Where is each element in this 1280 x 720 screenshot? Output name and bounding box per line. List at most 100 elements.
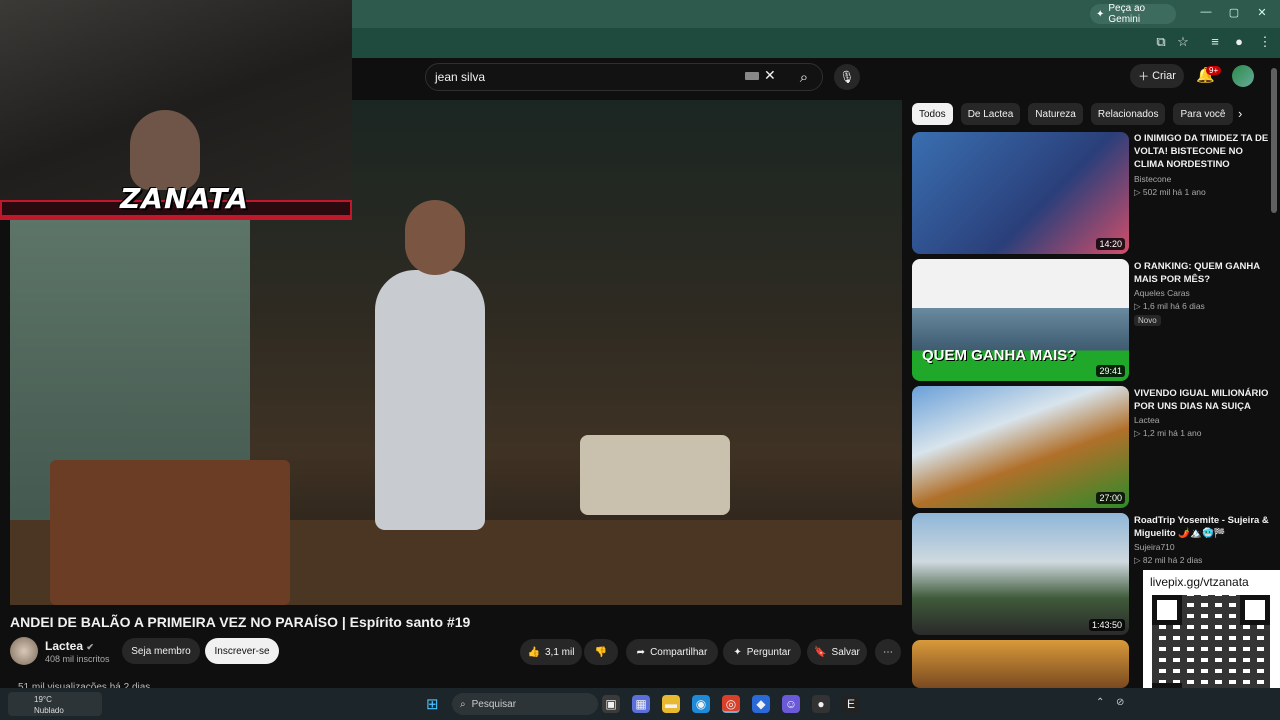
weather-widget[interactable]: 19°C Nublado — [8, 692, 102, 716]
chip-natureza[interactable]: Natureza — [1028, 103, 1083, 125]
livepix-url: livepix.gg/vtzanata — [1150, 575, 1249, 589]
duration-badge: 1:43:50 — [1088, 619, 1125, 631]
network-icon[interactable]: ⊘ — [1116, 697, 1124, 708]
search-icon: ⌕ — [460, 698, 466, 710]
like-button[interactable]: 👍 3,1 mil — [520, 639, 582, 665]
rec-channel-1[interactable]: Bistecone — [1134, 174, 1171, 184]
discord-icon[interactable]: ☺ — [782, 695, 800, 713]
rec-thumbnail-4[interactable]: 1:43:50 — [912, 513, 1129, 635]
thumb-overlay-text: QUEM GANHA MAIS? — [922, 347, 1077, 364]
qr-finder-top-left — [1152, 595, 1182, 625]
app-icon[interactable]: ● — [812, 695, 830, 713]
channel-name[interactable]: Lactea ✔ — [45, 639, 94, 653]
share-icon: ➦ — [636, 646, 646, 658]
maximize-button[interactable]: ▢ — [1224, 6, 1244, 19]
create-button[interactable]: ＋ Criar — [1130, 64, 1184, 88]
voice-search-button[interactable]: 🎙 — [834, 64, 860, 90]
thumbs-down-icon: 👎 — [594, 646, 608, 658]
rec-thumbnail-2[interactable]: QUEM GANHA MAIS? 29:41 — [912, 259, 1129, 381]
rec-thumbnail-5[interactable] — [912, 640, 1129, 688]
gemini-icon: ✦ — [1096, 8, 1105, 20]
browser-menu-icon[interactable]: ⋮ — [1256, 34, 1274, 52]
subscribe-button[interactable]: Inscrever-se — [205, 638, 279, 664]
save-label: Salvar — [831, 646, 860, 658]
close-window-button[interactable]: ✕ — [1252, 6, 1272, 19]
search-button[interactable]: ⌕ — [785, 63, 823, 91]
chip-relacionados[interactable]: Relacionados — [1090, 103, 1166, 125]
chip-de-lactea[interactable]: De Lactea — [960, 103, 1021, 125]
rec-meta-3: ▷ 1,2 mi há 1 ano — [1134, 428, 1202, 438]
duration-badge: 29:41 — [1096, 365, 1125, 377]
qr-finder-top-right — [1240, 595, 1270, 625]
epic-games-icon[interactable]: E — [842, 695, 860, 713]
widgets-icon[interactable]: ▦ — [632, 695, 650, 713]
share-label: Compartilhar — [650, 646, 708, 658]
taskbar-search-placeholder: Pesquisar — [471, 698, 517, 710]
share-button[interactable]: ➦ Compartilhar — [626, 639, 718, 665]
file-explorer-icon[interactable]: ▬ — [662, 695, 680, 713]
store-icon[interactable]: ◆ — [752, 695, 770, 713]
rec-channel-4[interactable]: Sujeira710 — [1134, 542, 1175, 552]
account-avatar[interactable] — [1232, 65, 1254, 87]
more-actions-button[interactable]: ⋯ — [875, 639, 901, 665]
ask-button[interactable]: ✦ Perguntar — [723, 639, 801, 665]
ask-gemini-label: Peça ao Gemini — [1108, 3, 1146, 25]
channel-name-text[interactable]: Lactea — [45, 639, 83, 653]
bookmark-icon: 🔖 — [814, 646, 827, 658]
create-label: Criar — [1152, 70, 1176, 82]
tray-chevron-icon[interactable]: ⌃ — [1096, 697, 1104, 708]
rec-title-4[interactable]: RoadTrip Yosemite - Sujeira & Miguelito … — [1134, 514, 1269, 540]
video-title: ANDEI DE BALÃO A PRIMEIRA VEZ NO PARAÍSO… — [10, 614, 471, 630]
verified-icon: ✔ — [86, 642, 94, 652]
rec-thumbnail-3[interactable]: 27:00 — [912, 386, 1129, 508]
rec-channel-3[interactable]: Lactea — [1134, 415, 1160, 425]
chrome-icon[interactable]: ◎ — [722, 695, 740, 713]
rec-meta-4: ▷ 82 mil há 2 dias — [1134, 555, 1203, 565]
thumbs-up-icon: 👍 — [527, 646, 540, 658]
windows-start-icon[interactable]: ⊞ — [426, 695, 439, 713]
search-input-value: jean silva — [435, 70, 486, 84]
install-app-icon[interactable]: ⧉ — [1152, 34, 1170, 52]
profile-icon[interactable]: ● — [1230, 34, 1248, 52]
chip-todos[interactable]: Todos — [912, 103, 953, 125]
rec-title-3[interactable]: VIVENDO IGUAL MILIONÁRIO POR UNS DIAS NA… — [1134, 387, 1269, 413]
task-view-icon[interactable]: ▣ — [602, 695, 620, 713]
chevron-right-icon[interactable]: › — [1238, 106, 1242, 121]
ask-gemini-button[interactable]: ✦ Peça ao Gemini — [1090, 3, 1176, 25]
minimize-button[interactable]: — — [1196, 6, 1216, 18]
bookmark-star-icon[interactable]: ☆ — [1174, 34, 1192, 52]
notification-badge: 9+ — [1206, 66, 1222, 75]
rec-title-2[interactable]: O RANKING: QUEM GANHA MAIS POR MÊS? — [1134, 260, 1269, 286]
keyboard-icon[interactable] — [745, 72, 759, 80]
scene-chair — [50, 460, 290, 605]
search-icon: ⌕ — [799, 68, 809, 86]
scene-person-body — [375, 270, 485, 530]
dislike-button[interactable]: 👎 — [584, 639, 618, 665]
weather-temp: 19°C — [34, 695, 52, 704]
rec-meta-2: ▷ 1,6 mil há 6 dias — [1134, 301, 1205, 311]
channel-avatar[interactable] — [10, 637, 38, 665]
weather-condition: Nublado — [34, 706, 64, 715]
rec-thumbnail-1[interactable]: 14:20 — [912, 132, 1129, 254]
sparkle-icon: ✦ — [733, 646, 742, 658]
edge-icon[interactable]: ◉ — [692, 695, 710, 713]
join-member-button[interactable]: Seja membro — [122, 638, 200, 664]
page-scrollbar[interactable] — [1271, 68, 1277, 213]
duration-badge: 27:00 — [1096, 492, 1125, 504]
rec-title-1[interactable]: O INIMIGO DA TIMIDEZ TA DE VOLTA! BISTEC… — [1134, 132, 1269, 171]
chip-para-voce[interactable]: Para você — [1173, 103, 1233, 125]
microphone-icon: 🎙 — [839, 70, 855, 84]
new-badge: Novo — [1134, 315, 1161, 326]
subscriber-count: 408 mil inscritos — [45, 654, 110, 664]
rec-channel-2[interactable]: Aqueles Caras — [1134, 288, 1190, 298]
webcam-person — [130, 110, 200, 190]
save-button[interactable]: 🔖 Salvar — [807, 639, 867, 665]
ask-label: Perguntar — [746, 646, 791, 658]
reading-list-icon[interactable]: ≡ — [1206, 34, 1224, 52]
scene-sofa — [580, 435, 730, 515]
like-count: 3,1 mil — [545, 646, 575, 658]
filter-chips: Todos De Lactea Natureza Relacionados Pa… — [912, 103, 1233, 125]
taskbar-search[interactable]: ⌕ Pesquisar — [452, 693, 598, 715]
clear-search-icon[interactable]: ✕ — [764, 67, 776, 84]
duration-badge: 14:20 — [1096, 238, 1125, 250]
